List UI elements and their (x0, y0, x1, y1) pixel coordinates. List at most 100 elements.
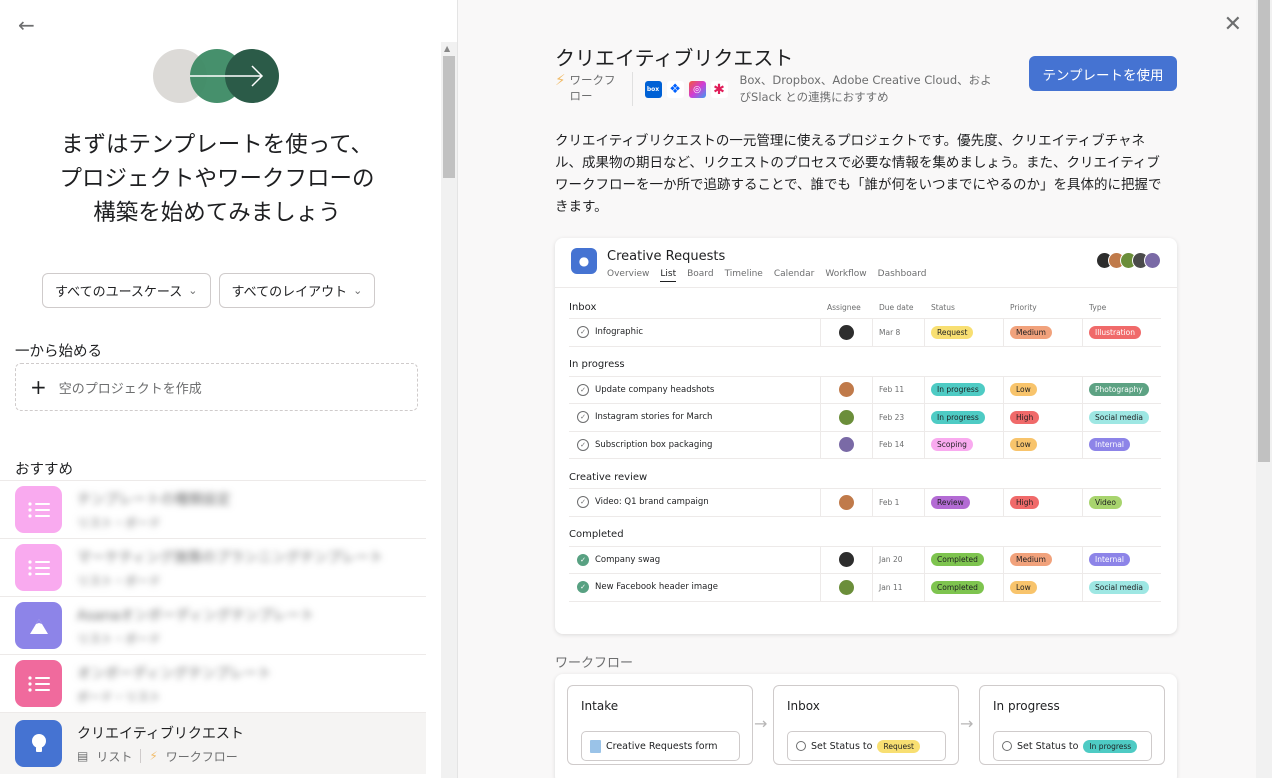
workflow-tag: ワークフロー (569, 73, 616, 103)
type-cell: Internal (1083, 547, 1161, 574)
table-row: ✓ Instagram stories for March Feb 23 In pro… (569, 403, 1161, 432)
left-scrollbar-thumb[interactable] (443, 56, 455, 178)
template-detail-panel: ✕ クリエイティブリクエスト ⚡ ワークフロー box ❖ ◎ ✱ Box、Dr… (458, 0, 1256, 778)
template-layout: リスト・ボード (77, 515, 162, 530)
scratch-section-label: 一から始める (15, 344, 102, 360)
check-circle-icon: ✓ (577, 496, 589, 509)
integrations-text: Box、Dropbox、Adobe Creative Cloud、およびSlac… (739, 73, 992, 104)
priority-cell: Low (1004, 574, 1083, 601)
back-arrow-icon[interactable]: ← (18, 14, 40, 36)
table-row: ✓ Company swag Jan 20 Completed Medium Intern… (569, 545, 1161, 574)
priority-pill: High (1010, 495, 1040, 509)
template-layout: リスト・ボード (77, 631, 162, 646)
use-template-button[interactable]: テンプレートを使用 (1029, 56, 1177, 91)
usecase-filter-label: すべてのユースケース (55, 285, 183, 300)
layout-filter-dropdown[interactable]: すべてのレイアウト ⌄ (218, 273, 376, 308)
task-cell: ✓ Company swag (569, 546, 821, 573)
list-layout-icon: ▤ (77, 749, 89, 763)
priority-pill: Low (1010, 383, 1037, 397)
status-rule-icon (796, 741, 806, 751)
preview-members (1096, 252, 1161, 269)
section-name: Inbox (569, 301, 597, 313)
task-name: Instagram stories for March (595, 412, 713, 423)
priority-cell: Medium (1004, 319, 1083, 346)
template-item[interactable]: マーケティング施策のプランニングテンプレート リスト・ボード (0, 538, 426, 596)
type-pill: Illustration (1089, 325, 1142, 339)
status-pill: Request (931, 325, 974, 339)
dropbox-icon: ❖ (666, 81, 684, 98)
status-pill: Completed (931, 553, 984, 567)
right-scrollbar-thumb[interactable] (1258, 0, 1270, 462)
divider (140, 749, 142, 763)
due-date: Feb 23 (873, 404, 925, 431)
section-name: Completed (569, 529, 624, 540)
check-circle-icon: ✓ (577, 553, 589, 566)
status-cell: In progress (925, 404, 1004, 431)
project-preview: ● Creative Requests Overview List Board Tim… (555, 238, 1177, 634)
priority-pill: Medium (1010, 325, 1052, 339)
status-pill: Scoping (931, 438, 973, 452)
template-item-selected[interactable]: クリエイティブリクエスト ▤ リスト ⚡ ワークフロー (0, 712, 426, 774)
due-date: Feb 14 (873, 431, 925, 458)
column-header: Due date (879, 302, 914, 312)
preview-tab: Board (687, 269, 714, 279)
template-item[interactable]: テンプレートの種類設定 リスト・ボード (0, 480, 426, 538)
type-cell: Internal (1083, 432, 1161, 459)
avatar (839, 494, 854, 510)
assignee-cell (821, 376, 873, 403)
task-name: Video: Q1 brand campaign (595, 497, 709, 508)
type-pill: Video (1089, 495, 1123, 509)
create-blank-project-button[interactable]: + 空のプロジェクトを作成 (15, 363, 418, 411)
bolt-icon: ⚡ (149, 749, 158, 763)
scroll-up-arrow-icon[interactable]: ▲ (444, 44, 450, 53)
template-layout-workflow: ワークフロー (165, 749, 238, 764)
check-circle-icon: ✓ (577, 383, 589, 396)
assignee-cell (821, 489, 873, 516)
arrow-right-icon: → (960, 714, 974, 733)
priority-cell: High (1004, 404, 1083, 431)
workflow-form-name: Creative Requests form (606, 740, 718, 752)
table-row: ✓ Subscription box packaging Feb 14 Scoping… (569, 430, 1161, 459)
recommended-section-label: おすすめ (15, 462, 73, 478)
type-cell: Photography (1083, 377, 1161, 404)
preview-tab: List (660, 269, 677, 282)
adobe-cc-icon: ◎ (688, 81, 706, 98)
status-pill: Completed (931, 580, 984, 594)
type-cell: Video (1083, 489, 1161, 516)
type-pill: Photography (1089, 383, 1149, 397)
preview-project-name: Creative Requests (607, 249, 726, 264)
column-header: Type (1089, 302, 1107, 312)
table-row: ✓ Infographic Mar 8 Request Medium Illustrati… (569, 318, 1161, 347)
template-layout-list: リスト (96, 749, 133, 764)
task-name: New Facebook header image (595, 582, 719, 593)
status-rule-icon (1002, 741, 1012, 751)
priority-pill: Low (1010, 580, 1037, 594)
section-name: Creative review (569, 471, 648, 483)
form-icon (590, 739, 601, 753)
preview-tab: Overview (607, 269, 650, 279)
avatar (839, 324, 854, 340)
avatar (839, 552, 854, 568)
status-pill: In progress (931, 410, 985, 424)
priority-cell: High (1004, 489, 1083, 516)
template-layout: リスト・ボード (77, 573, 162, 588)
column-header: Priority (1010, 302, 1037, 312)
column-header: Status (931, 302, 955, 312)
slack-icon: ✱ (710, 81, 728, 98)
template-list: テンプレートの種類設定 リスト・ボード マーケティング施策のプランニングテンプレ… (0, 480, 426, 774)
close-icon[interactable]: ✕ (1224, 12, 1242, 37)
template-detail-title: クリエイティブリクエスト (555, 46, 794, 70)
chevron-down-icon: ⌄ (188, 284, 198, 297)
usecase-filter-dropdown[interactable]: すべてのユースケース ⌄ (42, 273, 211, 308)
workflow-preview: Intake Creative Requests form → Inbox Se… (555, 674, 1177, 778)
avatar (839, 579, 854, 595)
hero-title: まずはテンプレートを使って、プロジェクトやワークフローの構築を始めてみましょう (59, 132, 375, 226)
due-date: Mar 8 (873, 319, 925, 346)
avatar (839, 409, 854, 425)
status-pill: Review (931, 495, 970, 509)
workflow-card-in-progress: In progress Set Status to In progress (979, 685, 1165, 765)
template-item[interactable]: オンボーディングテンプレート ボード・リスト (0, 654, 426, 712)
assignee-cell (821, 574, 873, 601)
template-item[interactable]: Asanaオンボーディングテンプレート リスト・ボード (0, 596, 426, 654)
template-title: テンプレートの種類設定 (77, 491, 231, 508)
